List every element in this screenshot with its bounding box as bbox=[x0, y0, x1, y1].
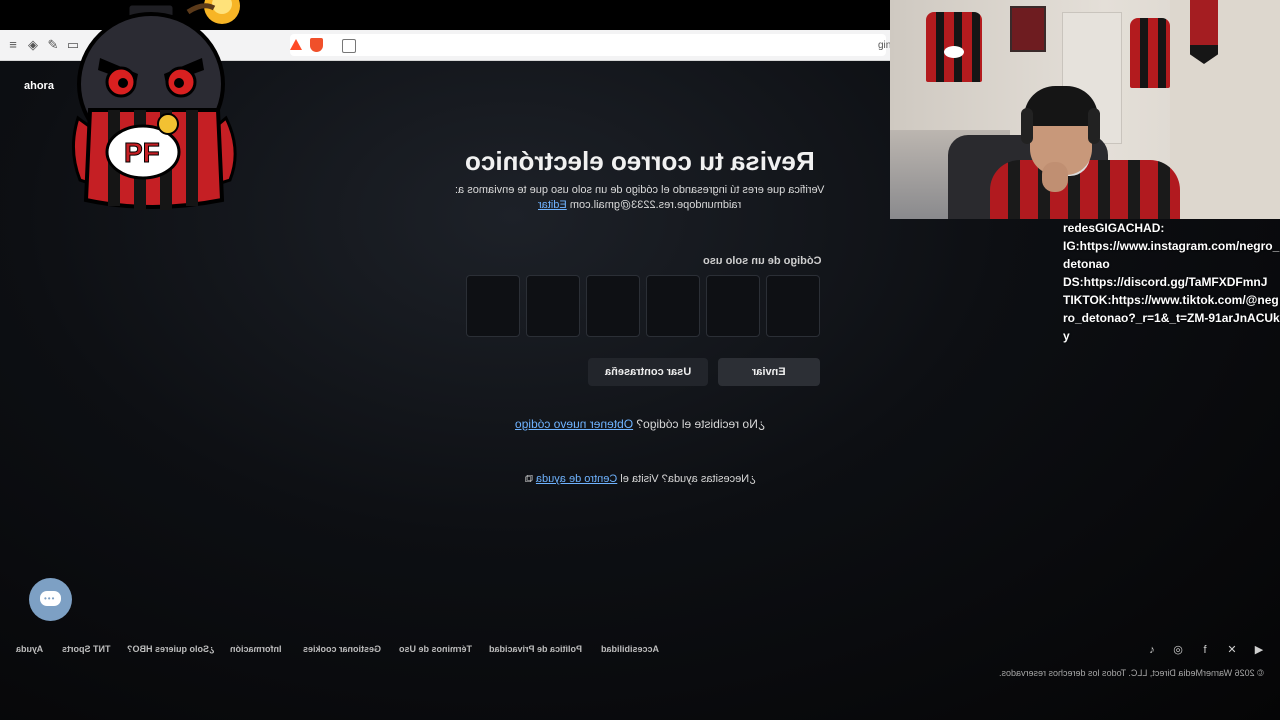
brave-rewards-icon[interactable] bbox=[290, 39, 302, 50]
extension-icon[interactable] bbox=[342, 39, 356, 53]
resend-code-text: ¿No recibiste el código? Obtener nuevo c… bbox=[514, 417, 766, 431]
facebook-icon[interactable]: f bbox=[1198, 643, 1212, 657]
tiktok-icon[interactable]: ♪ bbox=[1145, 643, 1159, 657]
otp-digit-input[interactable] bbox=[766, 275, 820, 337]
footer-link-terms[interactable]: Términos de Uso bbox=[399, 644, 472, 654]
get-new-code-link[interactable]: Obtener nuevo código bbox=[515, 417, 633, 431]
footer-link-privacy[interactable]: Política de Privacidad bbox=[489, 644, 582, 654]
copyright-text: © 2026 WarnerMedia Direct, LLC. Todos lo… bbox=[999, 668, 1264, 678]
menu-icon[interactable]: ≡ bbox=[5, 37, 21, 53]
edit-email-link[interactable]: Editar bbox=[538, 199, 567, 211]
email-address: raidmundope.res.2233@gmail.com bbox=[570, 199, 742, 211]
x-icon[interactable]: ✕ bbox=[1225, 643, 1239, 657]
otp-digit-input[interactable] bbox=[706, 275, 760, 337]
wall-flag bbox=[1190, 0, 1218, 64]
overlay-line: IG:https://www.instagram.com/negro_deton… bbox=[1063, 239, 1280, 271]
otp-digit-input[interactable] bbox=[466, 275, 520, 337]
otp-digit-input[interactable] bbox=[646, 275, 700, 337]
footer-link-info[interactable]: Información bbox=[230, 644, 282, 654]
send-button[interactable]: Enviar bbox=[718, 358, 820, 386]
use-password-button[interactable]: Usar contraseña bbox=[588, 358, 708, 386]
page-title: Revisa tu correo electrónico bbox=[465, 146, 815, 176]
footer-link-tnt[interactable]: TNT Sports bbox=[62, 644, 111, 654]
instagram-icon[interactable]: ◎ bbox=[1171, 643, 1185, 657]
footer-link-cookies[interactable]: Gestionar cookies bbox=[303, 644, 381, 654]
hanging-jersey bbox=[926, 12, 982, 82]
webcam-feed bbox=[890, 0, 1280, 219]
youtube-icon[interactable]: ▶ bbox=[1252, 643, 1266, 657]
hanging-jersey bbox=[1130, 18, 1170, 88]
bomb-mascot-logo: PF bbox=[71, 0, 240, 210]
headphones bbox=[1021, 108, 1033, 144]
help-text: ¿Necesitas ayuda? Visita el Centro de ay… bbox=[524, 473, 756, 485]
overlay-line: redesGIGACHAD: bbox=[1063, 221, 1165, 235]
brave-shield-icon[interactable] bbox=[310, 38, 323, 52]
overlay-line: TIKTOK:https://www.tiktok.com/@negro_det… bbox=[1063, 293, 1280, 343]
footer-links: Ayuda TNT Sports ¿Solo quieres HBO? Info… bbox=[16, 644, 676, 658]
otp-digit-input[interactable] bbox=[586, 275, 640, 337]
verification-instructions: Verifica que eres tú ingresando el códig… bbox=[455, 184, 825, 211]
stream-social-overlay: redesGIGACHAD: IG:https://www.instagram.… bbox=[1063, 219, 1280, 345]
footer-link-hbo[interactable]: ¿Solo quieres HBO? bbox=[127, 644, 215, 654]
footer-link-help[interactable]: Ayuda bbox=[16, 644, 43, 654]
address-bar[interactable] bbox=[290, 34, 886, 56]
overlay-line: DS:https://discord.gg/TaMFXDFmnJ bbox=[1063, 275, 1268, 289]
footer-link-accessibility[interactable]: Accesibilidad bbox=[601, 644, 659, 654]
otp-label: Código de un solo uso bbox=[703, 255, 822, 267]
chat-support-button[interactable]: ••• bbox=[29, 578, 72, 621]
wall-frame bbox=[1010, 6, 1046, 52]
help-center-link[interactable]: Centro de ayuda bbox=[535, 473, 616, 485]
svg-text:PF: PF bbox=[124, 137, 160, 168]
otp-digit-input[interactable] bbox=[526, 275, 580, 337]
